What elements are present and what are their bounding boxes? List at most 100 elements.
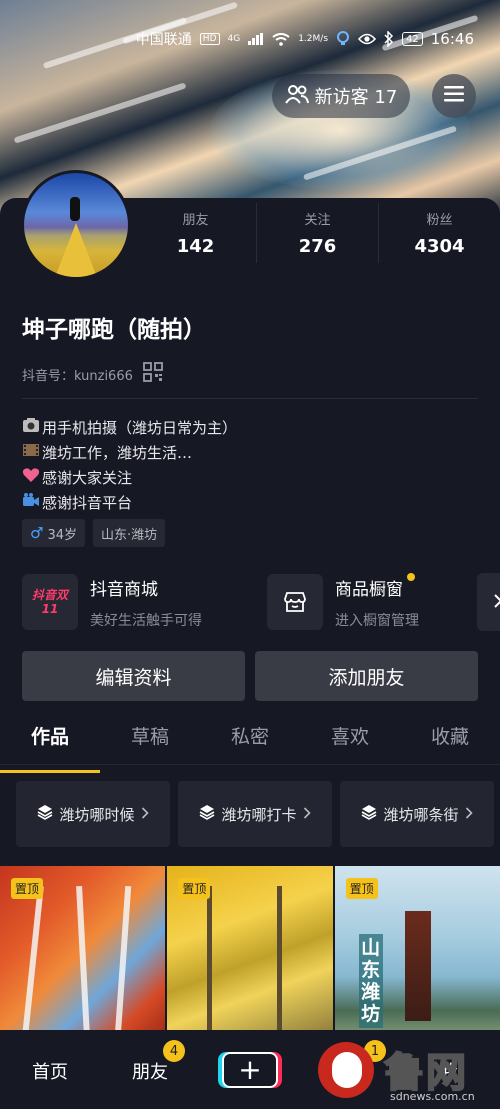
stat-label: 朋友 bbox=[182, 213, 209, 228]
watermark: 鲁网 sdnews.com.cn bbox=[312, 1038, 500, 1109]
pagoda-image bbox=[404, 911, 431, 1021]
collection-label: 潍坊哪打卡 bbox=[221, 805, 297, 824]
wifi-icon bbox=[272, 32, 290, 46]
notification-dot bbox=[407, 572, 415, 581]
bio-line: 感谢抖音平台 bbox=[22, 491, 237, 516]
hd-badge: HD bbox=[199, 33, 220, 45]
bio-line: 用手机拍摄（潍坊日常为主） bbox=[22, 416, 237, 441]
stat-value: 4304 bbox=[414, 236, 465, 257]
eye-icon bbox=[358, 33, 377, 45]
collection-chip[interactable]: 潍坊哪条街 bbox=[340, 781, 494, 847]
qr-code-icon[interactable] bbox=[142, 362, 163, 386]
bio: 用手机拍摄（潍坊日常为主） 潍坊工作，潍坊生活… 感谢大家关注 感谢抖音平台 bbox=[22, 416, 237, 516]
video-poster-title: 山东潍坊 bbox=[358, 934, 383, 1028]
pinned-badge: 置顶 bbox=[11, 878, 44, 899]
tab-likes[interactable]: 喜欢 bbox=[300, 719, 400, 764]
service-subtitle: 进入橱窗管理 bbox=[335, 612, 419, 629]
tab-favorites[interactable]: 收藏 bbox=[400, 719, 500, 764]
service-title: 抖音商城 bbox=[90, 579, 158, 600]
camera-icon bbox=[22, 416, 40, 441]
network-speed: 1.2 M/s bbox=[298, 34, 328, 44]
bio-text: 用手机拍摄（潍坊日常为主） bbox=[42, 419, 238, 437]
location-tag: 山东·潍坊 bbox=[93, 519, 166, 547]
divider bbox=[22, 398, 478, 399]
douyin-id-value: kunzi666 bbox=[74, 368, 133, 384]
watermark-url: sdnews.com.cn bbox=[390, 1090, 475, 1103]
watermark-logo-icon bbox=[318, 1042, 374, 1098]
collection-label: 潍坊哪时候 bbox=[59, 805, 135, 824]
bluetooth-icon bbox=[384, 31, 394, 47]
bulb-icon bbox=[336, 31, 350, 47]
chevron-right-icon bbox=[303, 805, 311, 823]
stat-label: 关注 bbox=[304, 213, 331, 228]
create-button[interactable]: + bbox=[222, 1052, 278, 1088]
storefront-icon bbox=[267, 574, 323, 630]
douyin-id-row[interactable]: 抖音号：kunzi666 bbox=[22, 362, 163, 386]
friends-badge: 4 bbox=[163, 1040, 185, 1062]
bio-line: 感谢大家关注 bbox=[22, 466, 237, 491]
layers-icon bbox=[361, 804, 377, 824]
add-friend-button[interactable]: 添加朋友 bbox=[255, 651, 478, 701]
video-thumbnail[interactable]: 山东潍坊 置顶 bbox=[334, 866, 500, 1036]
profile-tabs: 作品 草稿 私密 喜欢 收藏 bbox=[0, 719, 500, 773]
stat-following[interactable]: 关注 276 bbox=[257, 203, 379, 263]
nickname: 坤子哪跑（随拍） bbox=[22, 317, 206, 343]
tree-trunk bbox=[207, 886, 213, 1036]
tree-trunk bbox=[277, 886, 283, 1036]
collection-chip[interactable]: 潍坊哪打卡 bbox=[178, 781, 332, 847]
network-type: 4G bbox=[227, 34, 241, 44]
speed-unit: M/s bbox=[312, 34, 329, 44]
video-thumbnail[interactable]: 置顶 bbox=[167, 866, 333, 1036]
stat-friends[interactable]: 朋友 142 bbox=[135, 203, 257, 263]
tab-works[interactable]: 作品 bbox=[0, 719, 100, 773]
stat-value: 276 bbox=[298, 236, 337, 257]
douyin-mall-icon: 抖音双11 bbox=[22, 574, 78, 630]
status-bar: 中国联通 HD 4G 1.2 M/s 42 16:46 bbox=[0, 22, 500, 56]
edit-profile-button[interactable]: 编辑资料 bbox=[22, 651, 245, 701]
stat-label: 粉丝 bbox=[426, 213, 453, 228]
more-services-button[interactable] bbox=[477, 573, 500, 631]
avatar-runner bbox=[70, 197, 80, 221]
chevron-right-icon bbox=[141, 805, 149, 823]
profile-stats: 朋友 142 关注 276 粉丝 4304 bbox=[135, 203, 500, 263]
menu-button[interactable] bbox=[432, 74, 476, 118]
video-grid: 置顶 置顶 山东潍坊 置顶 bbox=[0, 866, 500, 1036]
tree-trunk bbox=[114, 885, 132, 1036]
bio-text: 潍坊工作，潍坊生活… bbox=[42, 444, 193, 462]
battery-indicator: 42 bbox=[402, 32, 423, 46]
avatar-road bbox=[52, 223, 100, 277]
stat-followers[interactable]: 粉丝 4304 bbox=[379, 203, 500, 263]
signal-icon bbox=[248, 33, 264, 45]
nav-friends[interactable]: 朋友 bbox=[132, 1058, 168, 1084]
tab-private[interactable]: 私密 bbox=[200, 719, 300, 764]
tab-drafts[interactable]: 草稿 bbox=[100, 719, 200, 764]
chevron-right-icon bbox=[465, 805, 473, 823]
layers-icon bbox=[199, 804, 215, 824]
video-camera-icon bbox=[22, 491, 40, 516]
nav-home[interactable]: 首页 bbox=[32, 1058, 68, 1084]
collection-chip[interactable]: 潍坊哪时候 bbox=[16, 781, 170, 847]
layers-icon bbox=[37, 804, 53, 824]
profile-tags: ♂ 34岁 山东·潍坊 bbox=[22, 519, 166, 547]
film-icon bbox=[22, 441, 40, 466]
hamburger-menu-icon bbox=[444, 86, 464, 106]
collection-label: 潍坊哪条街 bbox=[383, 805, 459, 824]
collections-row: 潍坊哪时候 潍坊哪打卡 潍坊哪条街 bbox=[16, 781, 494, 847]
new-visitors-button[interactable]: 新访客 17 bbox=[272, 74, 410, 118]
douyin-id-label: 抖音号： bbox=[22, 368, 75, 384]
bio-text: 感谢大家关注 bbox=[42, 469, 133, 487]
cover-light-streak bbox=[13, 82, 187, 144]
plus-icon: + bbox=[224, 1054, 276, 1086]
age-label: 34岁 bbox=[47, 527, 77, 543]
service-subtitle: 美好生活触手可得 bbox=[90, 612, 202, 629]
product-showcase-entry[interactable]: 商品橱窗 进入橱窗管理 bbox=[267, 572, 419, 631]
douyin-mall-entry[interactable]: 抖音双11 抖音商城 美好生活触手可得 bbox=[22, 573, 202, 631]
pinned-badge: 置顶 bbox=[345, 878, 378, 899]
bio-text: 感谢抖音平台 bbox=[42, 494, 133, 512]
carrier-label: 中国联通 bbox=[135, 32, 192, 48]
avatar[interactable] bbox=[21, 170, 131, 280]
stat-value: 142 bbox=[176, 236, 215, 257]
video-thumbnail[interactable]: 置顶 bbox=[0, 866, 166, 1036]
bio-line: 潍坊工作，潍坊生活… bbox=[22, 441, 237, 466]
male-icon: ♂ bbox=[30, 524, 44, 542]
